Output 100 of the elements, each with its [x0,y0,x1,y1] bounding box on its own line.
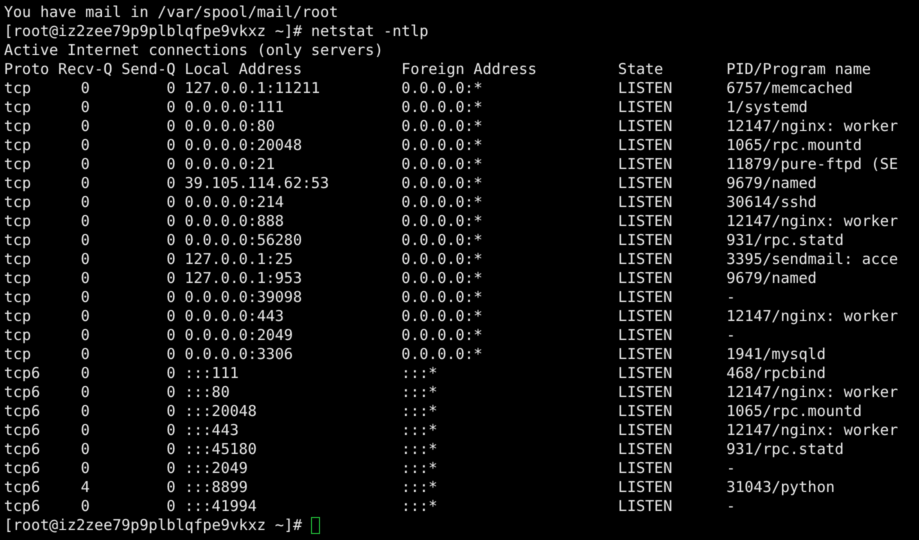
table-cell: tcp [4,231,32,250]
table-cell: 1065/rpc.mountd [726,402,862,421]
table-cell: 0.0.0.0:443 [184,307,284,326]
shell-prompt: [root@iz2zee79p9plblqfpe9vkxz ~]# [4,22,302,41]
table-cell-text: 0 [166,250,177,269]
table-cell: - [726,497,736,516]
table-cell: tcp [4,174,32,193]
table-cell: LISTEN [618,212,672,231]
table-cell: tcp6 [4,478,40,497]
table-cell-text: 0 [166,421,177,440]
table-cell: 0.0.0.0:21 [184,155,275,174]
table-cell-text: 0 [80,231,90,250]
table-cell: tcp [4,307,32,326]
table-cell: 12147/nginx: worker [726,383,898,402]
table-cell: - [726,459,736,478]
table-cell: 0.0.0.0:* [401,326,483,345]
table-cell: :::* [401,383,438,402]
table-cell: 0.0.0.0:888 [184,212,284,231]
table-cell-text: 0 [166,364,177,383]
table-cell: LISTEN [618,440,672,459]
table-cell-text: 0 [166,326,177,345]
table-cell: tcp6 [4,383,40,402]
terminal-line: Active Internet connections (only servers) [4,41,384,60]
table-cell: 12147/nginx: worker [726,212,898,231]
table-cell: 31043/python [726,478,835,497]
table-cell-text: 0 [80,250,90,269]
table-cell: 0.0.0.0:* [401,269,483,288]
table-cell: LISTEN [618,478,672,497]
table-cell: LISTEN [618,250,672,269]
table-cell: 12147/nginx: worker [726,421,898,440]
table-cell: 0.0.0.0:80 [184,117,275,136]
table-cell-text: 0 [80,174,90,193]
table-cell: :::45180 [184,440,257,459]
table-cell: tcp [4,345,32,364]
table-cell-text: 0 [80,307,90,326]
table-cell: 6757/memcached [726,79,853,98]
table-cell: 0.0.0.0:* [401,155,483,174]
table-cell: :::20048 [184,402,257,421]
table-cell-text: 0 [166,136,177,155]
table-cell-text: 0 [80,212,90,231]
table-cell-text: 0 [80,459,90,478]
table-cell: LISTEN [618,117,672,136]
table-cell-text: 0 [80,98,90,117]
column-header: Local Address [184,60,302,79]
table-cell: tcp [4,193,32,212]
table-cell: 0.0.0.0:111 [184,98,284,117]
table-cell: LISTEN [618,459,672,478]
table-cell: 39.105.114.62:53 [184,174,330,193]
table-cell: 1941/mysqld [726,345,826,364]
table-cell: 1065/rpc.mountd [726,136,862,155]
table-cell: 127.0.0.1:25 [184,250,293,269]
table-cell: 30614/sshd [726,193,817,212]
table-cell: :::* [401,478,438,497]
column-header: Recv-Q [58,60,112,79]
table-cell-text: 0 [166,307,177,326]
table-cell: :::* [401,402,438,421]
table-cell: 12147/nginx: worker [726,117,898,136]
table-cell-text: 4 [80,478,90,497]
table-cell: LISTEN [618,231,672,250]
table-cell: :::* [401,364,438,383]
table-cell-text: 0 [80,497,90,516]
table-cell-text: 0 [80,269,90,288]
table-cell: - [726,326,736,345]
table-cell: tcp [4,269,32,288]
table-cell-text: 0 [166,345,177,364]
command-text: netstat -ntlp [310,22,428,41]
table-cell: tcp6 [4,364,40,383]
table-cell: 127.0.0.1:11211 [184,79,320,98]
table-cell: tcp6 [4,497,40,516]
column-header: Send-Q [121,60,176,79]
table-cell: tcp [4,288,32,307]
table-cell-text: 0 [80,79,90,98]
table-cell: 0.0.0.0:* [401,98,483,117]
table-cell-text: 0 [166,117,177,136]
table-cell-text: 0 [166,155,177,174]
table-cell: :::80 [184,383,230,402]
column-header: PID/Program name [726,60,871,79]
table-cell: 1/systemd [726,98,808,117]
table-cell: LISTEN [618,345,672,364]
table-cell: tcp6 [4,421,40,440]
table-cell: 0.0.0.0:* [401,250,483,269]
table-cell: :::443 [184,421,239,440]
table-cell: :::41994 [184,497,257,516]
table-cell: tcp [4,326,32,345]
shell-prompt: [root@iz2zee79p9plblqfpe9vkxz ~]# [4,516,302,535]
table-cell: LISTEN [618,269,672,288]
table-cell: 12147/nginx: worker [726,307,898,326]
table-cell: LISTEN [618,174,672,193]
table-cell: 0.0.0.0:3306 [184,345,293,364]
table-cell: tcp [4,250,32,269]
table-cell-text: 0 [166,174,177,193]
table-cell-text: 0 [166,497,177,516]
table-cell: :::8899 [184,478,248,497]
table-cell: tcp [4,212,32,231]
table-cell: 0.0.0.0:* [401,231,483,250]
table-cell-text: 0 [80,326,90,345]
table-cell: 0.0.0.0:2049 [184,326,293,345]
table-cell-text: 0 [166,288,177,307]
table-cell-text: 0 [166,212,177,231]
table-cell: 9679/named [726,269,817,288]
